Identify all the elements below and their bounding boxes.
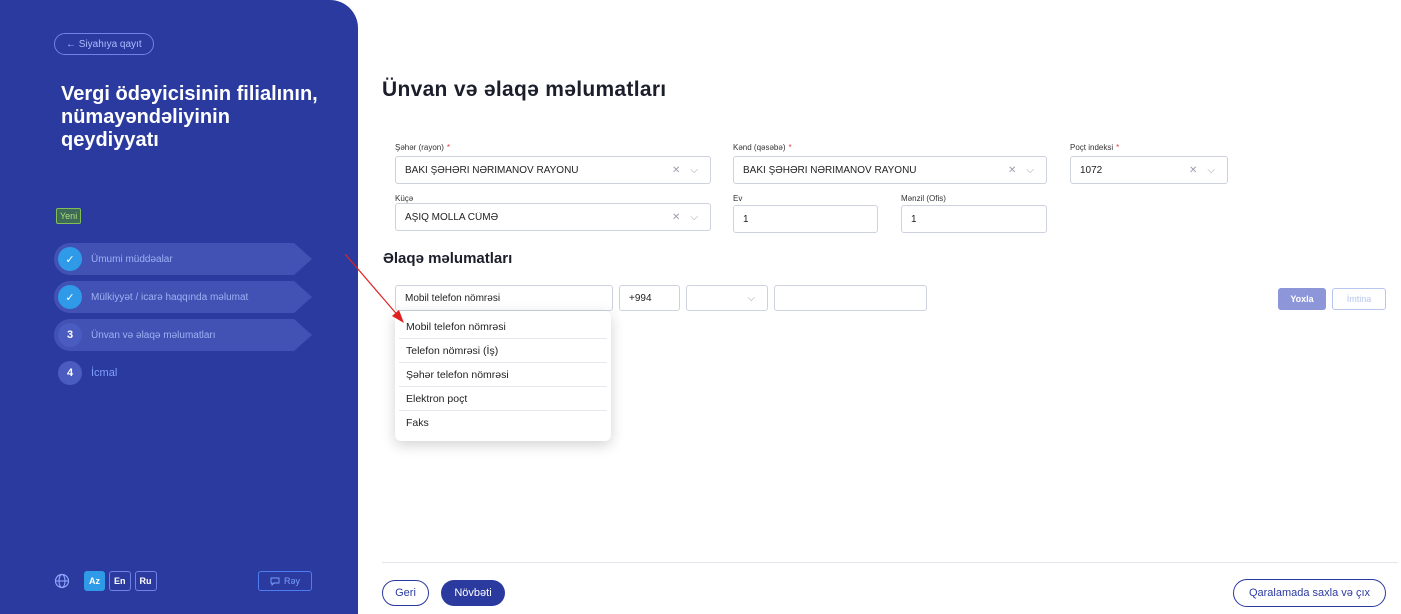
clear-icon[interactable]: ✕ — [1189, 165, 1197, 176]
step-general-provisions[interactable]: ✓ Ümumi müddəalar — [54, 243, 312, 275]
contact-type-value: Mobil telefon nömrəsi — [405, 292, 501, 304]
step-number: 3 — [58, 323, 82, 347]
phone-number-input[interactable] — [774, 285, 927, 311]
house-label: Ev — [733, 194, 743, 203]
clear-icon[interactable]: ✕ — [672, 212, 680, 223]
step-done-check-icon: ✓ — [58, 285, 82, 309]
clear-icon[interactable]: ✕ — [672, 165, 680, 176]
dropdown-option[interactable]: Şəhər telefon nömrəsi — [399, 363, 607, 387]
page-title: Ünvan və əlaqə məlumatları — [382, 78, 667, 101]
house-value: 1 — [743, 213, 749, 225]
step-number: 4 — [58, 361, 82, 385]
postal-code-select[interactable]: 1072 ✕ ⌵ — [1070, 156, 1228, 184]
step-label: İcmal — [91, 367, 118, 379]
step-label: Mülkiyyət / icarə haqqında məlumat — [91, 291, 249, 303]
apartment-input[interactable]: 1 — [901, 205, 1047, 233]
back-to-list-label: ← Siyahıya qayıt — [66, 38, 142, 50]
apartment-value: 1 — [911, 213, 917, 225]
cancel-button[interactable]: İmtina — [1332, 288, 1386, 310]
feedback-button[interactable]: Rəy — [258, 571, 312, 591]
house-input[interactable]: 1 — [733, 205, 878, 233]
chevron-down-icon[interactable]: ⌵ — [747, 293, 755, 304]
dropdown-option[interactable]: Faks — [399, 411, 607, 435]
language-ru-button[interactable]: Ru — [134, 571, 157, 591]
country-code-value: +994 — [629, 292, 652, 304]
chevron-down-icon[interactable]: ⌵ — [690, 165, 698, 176]
contact-type-dropdown: Mobil telefon nömrəsi Telefon nömrəsi (İ… — [395, 311, 611, 441]
step-label: Ümumi müddəalar — [91, 253, 173, 265]
sidebar: ← Siyahıya qayıt Vergi ödəyicisinin fili… — [0, 0, 358, 614]
apartment-label: Mənzil (Ofis) — [901, 194, 946, 203]
street-value: AŞIQ MOLLA CÜMƏ — [405, 211, 499, 223]
language-az-button[interactable]: Az — [84, 571, 105, 591]
step-address-contact[interactable]: 3 Ünvan və əlaqə məlumatları — [54, 319, 312, 351]
city-label: Şəhər (rayon) * — [395, 143, 451, 152]
country-code-field[interactable]: +994 — [619, 285, 680, 311]
chevron-down-icon[interactable]: ⌵ — [1026, 165, 1034, 176]
footer-divider — [382, 562, 1398, 563]
status-badge: Yeni — [56, 208, 82, 224]
sidebar-title: Vergi ödəyicisinin filialının, nümayəndə… — [61, 83, 318, 151]
contact-type-select[interactable]: Mobil telefon nömrəsi — [395, 285, 613, 311]
contact-section-title: Əlaqə məlumatları — [383, 250, 513, 267]
step-label: Ünvan və əlaqə məlumatları — [91, 329, 216, 341]
village-label: Kənd (qəsəbə) * — [733, 143, 792, 152]
step-property-lease[interactable]: ✓ Mülkiyyət / icarə haqqında məlumat — [54, 281, 312, 313]
back-button[interactable]: Geri — [382, 580, 429, 606]
save-draft-exit-button[interactable]: Qaralamada saxla və çıx — [1233, 579, 1386, 607]
dropdown-option[interactable]: Mobil telefon nömrəsi — [399, 315, 607, 339]
street-select[interactable]: AŞIQ MOLLA CÜMƏ ✕ ⌵ — [395, 203, 711, 231]
chevron-down-icon[interactable]: ⌵ — [1207, 165, 1215, 176]
dropdown-option[interactable]: Elektron poçt — [399, 387, 607, 411]
step-summary[interactable]: 4 İcmal — [54, 357, 312, 389]
operator-code-select[interactable]: ⌵ — [686, 285, 768, 311]
city-select[interactable]: BAKI ŞƏHƏRİ NƏRİMANOV RAYONU ✕ ⌵ — [395, 156, 711, 184]
clear-icon[interactable]: ✕ — [1008, 165, 1016, 176]
language-en-button[interactable]: En — [109, 571, 131, 591]
step-done-check-icon: ✓ — [58, 247, 82, 271]
comment-icon — [270, 577, 280, 586]
village-value: BAKI ŞƏHƏRİ NƏRİMANOV RAYONU — [743, 164, 917, 176]
postal-code-label: Poçt indeksi * — [1070, 143, 1120, 152]
back-to-list-button[interactable]: ← Siyahıya qayıt — [54, 33, 154, 55]
feedback-label: Rəy — [283, 576, 300, 586]
language-switcher: Az En Ru — [54, 571, 157, 591]
next-button[interactable]: Növbəti — [441, 580, 505, 606]
street-label: Küçə — [395, 194, 414, 203]
check-button[interactable]: Yoxla — [1278, 288, 1326, 310]
globe-icon — [54, 573, 70, 589]
chevron-down-icon[interactable]: ⌵ — [690, 212, 698, 223]
dropdown-option[interactable]: Telefon nömrəsi (İş) — [399, 339, 607, 363]
postal-code-value: 1072 — [1080, 164, 1103, 176]
city-value: BAKI ŞƏHƏRİ NƏRİMANOV RAYONU — [405, 164, 579, 176]
village-select[interactable]: BAKI ŞƏHƏRİ NƏRİMANOV RAYONU ✕ ⌵ — [733, 156, 1047, 184]
